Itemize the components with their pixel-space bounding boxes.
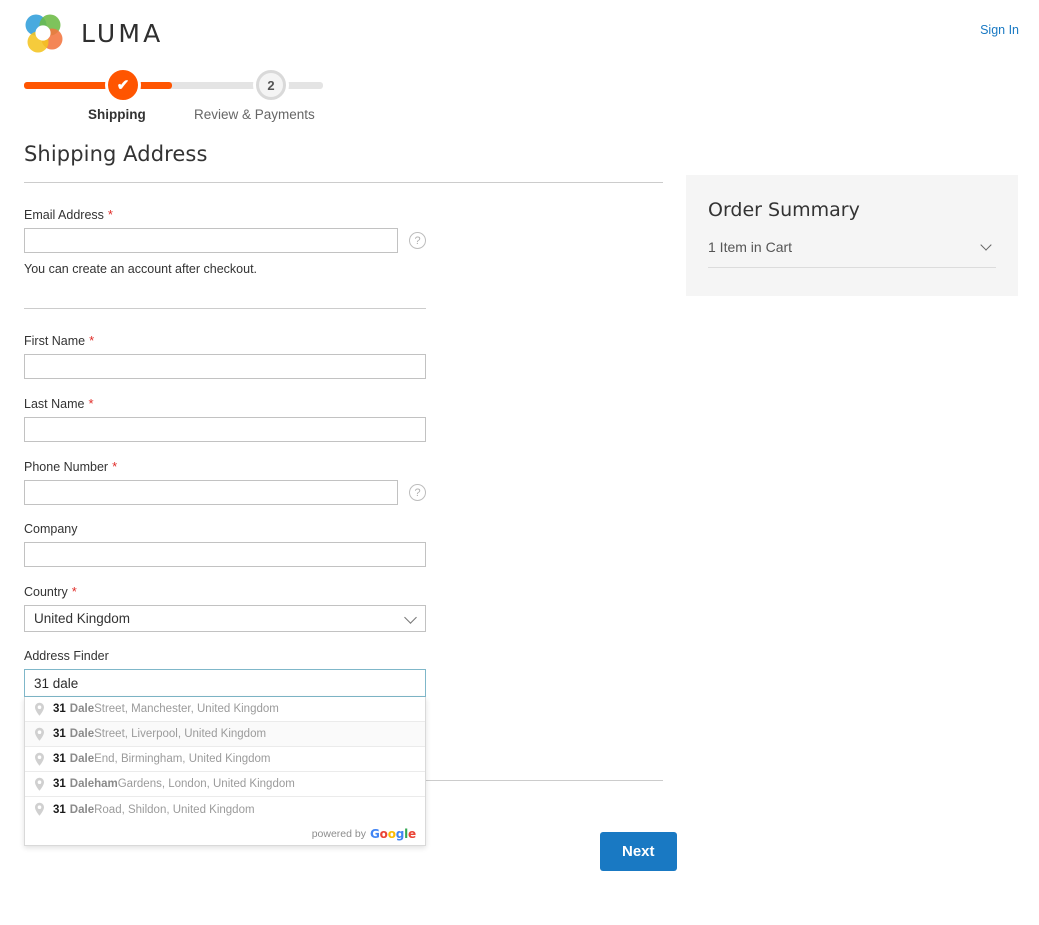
sign-in-link[interactable]: Sign In (980, 23, 1019, 37)
progress-step-label-shipping: Shipping (88, 107, 146, 122)
suggestion-number: 31 (53, 753, 66, 765)
chevron-down-icon (980, 239, 992, 251)
required-asterisk: * (89, 333, 95, 348)
email-field[interactable] (24, 228, 398, 253)
address-finder-label: Address Finder (24, 649, 109, 663)
country-label: Country * (24, 584, 77, 599)
field-first-name: First Name * (24, 333, 664, 379)
address-finder-wrap: 31 Dale Street, Manchester, United Kingd… (24, 669, 426, 846)
progress-fill (24, 82, 172, 89)
first-name-field[interactable] (24, 354, 426, 379)
page-title: Shipping Address (24, 142, 208, 166)
field-email: Email Address * ? You can create an accou… (24, 207, 664, 276)
step-number-circle: 2 (256, 70, 286, 100)
brand-name: LUMA (81, 18, 164, 48)
checkout-page: LUMA Sign In ✔ Shipping 2 Review & Payme… (0, 0, 1039, 925)
progress-step-shipping[interactable]: ✔ Shipping (88, 70, 146, 122)
next-button[interactable]: Next (600, 832, 677, 871)
phone-number-label: Phone Number * (24, 459, 118, 474)
shipping-address-form: Shipping Address Email Address * ? You ca… (24, 142, 664, 846)
map-pin-icon (33, 702, 46, 717)
company-label: Company (24, 522, 78, 536)
google-letter-g2: g (395, 826, 405, 841)
form-actions: Next (600, 832, 677, 871)
title-divider (24, 182, 663, 183)
powered-by-google-footer: powered by Google (25, 822, 425, 845)
email-label: Email Address * (24, 207, 113, 222)
country-select[interactable]: United Kingdom (24, 605, 426, 632)
google-logo: Google (370, 827, 416, 841)
address-finder-input[interactable] (24, 669, 426, 697)
suggestion-match: Dale (69, 803, 95, 816)
company-field[interactable] (24, 542, 426, 567)
brand-logo[interactable]: LUMA (22, 12, 163, 54)
suggestion-number: 31 (53, 728, 66, 740)
email-help-icon[interactable]: ? (409, 232, 426, 249)
suggestion-match: Dale (69, 728, 95, 740)
required-asterisk: * (88, 396, 94, 411)
google-letter-o1: o (379, 826, 388, 841)
phone-help-icon[interactable]: ? (409, 484, 426, 501)
last-name-label: Last Name * (24, 396, 94, 411)
map-pin-icon (33, 727, 46, 742)
list-item[interactable]: 31 Dale Street, Manchester, United Kingd… (25, 697, 425, 722)
page-header: LUMA Sign In (0, 0, 1039, 62)
suggestion-match: Daleham (69, 778, 118, 790)
suggestion-number: 31 (53, 778, 66, 790)
list-item[interactable]: 31 Dale Road, Shildon, United Kingdom (25, 797, 425, 822)
check-icon: ✔ (116, 76, 130, 94)
map-pin-icon (33, 802, 46, 817)
email-input-row: ? (24, 228, 664, 253)
google-letter-e: e (408, 826, 416, 841)
suggestion-match: Dale (69, 753, 95, 765)
field-address-finder: Address Finder 31 Dale Street, Manc (24, 649, 664, 846)
suggestion-rest: Road, Shildon, United Kingdom (94, 803, 255, 816)
cart-items-label: 1 Item in Cart (708, 239, 793, 255)
field-company: Company (24, 522, 664, 567)
progress-step-review-payments[interactable]: 2 Review & Payments (194, 70, 315, 122)
required-asterisk: * (71, 584, 77, 599)
country-select-wrap: United Kingdom (24, 605, 426, 632)
suggestion-number: 31 (53, 703, 66, 715)
order-summary-title: Order Summary (708, 199, 860, 221)
suggestion-match: Dale (69, 703, 95, 715)
map-pin-icon (33, 752, 46, 767)
field-last-name: Last Name * (24, 396, 664, 442)
suggestion-rest: Street, Manchester, United Kingdom (94, 703, 279, 715)
google-letter-o2: o (387, 826, 396, 841)
email-section-divider (24, 308, 426, 309)
luma-rings-logo (22, 12, 64, 54)
google-letter-g: G (369, 826, 380, 841)
required-asterisk: * (112, 459, 118, 474)
field-country: Country * United Kingdom (24, 584, 664, 632)
list-item[interactable]: 31 Daleham Gardens, London, United Kingd… (25, 772, 425, 797)
phone-input-row: ? (24, 480, 664, 505)
first-name-label: First Name * (24, 333, 95, 348)
suggestion-number: 31 (53, 803, 66, 816)
suggestion-rest: Gardens, London, United Kingdom (117, 778, 295, 790)
order-summary-panel: Order Summary 1 Item in Cart (686, 175, 1018, 296)
checkout-progress-bar: ✔ Shipping 2 Review & Payments (24, 70, 324, 128)
powered-by-text: powered by (311, 827, 366, 840)
address-suggestions-dropdown: 31 Dale Street, Manchester, United Kingd… (24, 697, 426, 846)
required-asterisk: * (107, 207, 113, 222)
email-note: You can create an account after checkout… (24, 262, 258, 276)
cart-items-toggle[interactable]: 1 Item in Cart (708, 239, 996, 268)
field-phone-number: Phone Number * ? (24, 459, 664, 505)
phone-number-field[interactable] (24, 480, 398, 505)
list-item[interactable]: 31 Dale Street, Liverpool, United Kingdo… (25, 722, 425, 747)
step-complete-circle: ✔ (108, 70, 138, 100)
map-pin-icon (33, 777, 46, 792)
progress-step-label-review-payments: Review & Payments (194, 107, 315, 122)
suggestion-rest: End, Birmingham, United Kingdom (94, 753, 271, 765)
last-name-field[interactable] (24, 417, 426, 442)
list-item[interactable]: 31 Dale End, Birmingham, United Kingdom (25, 747, 425, 772)
suggestion-rest: Street, Liverpool, United Kingdom (94, 728, 267, 740)
